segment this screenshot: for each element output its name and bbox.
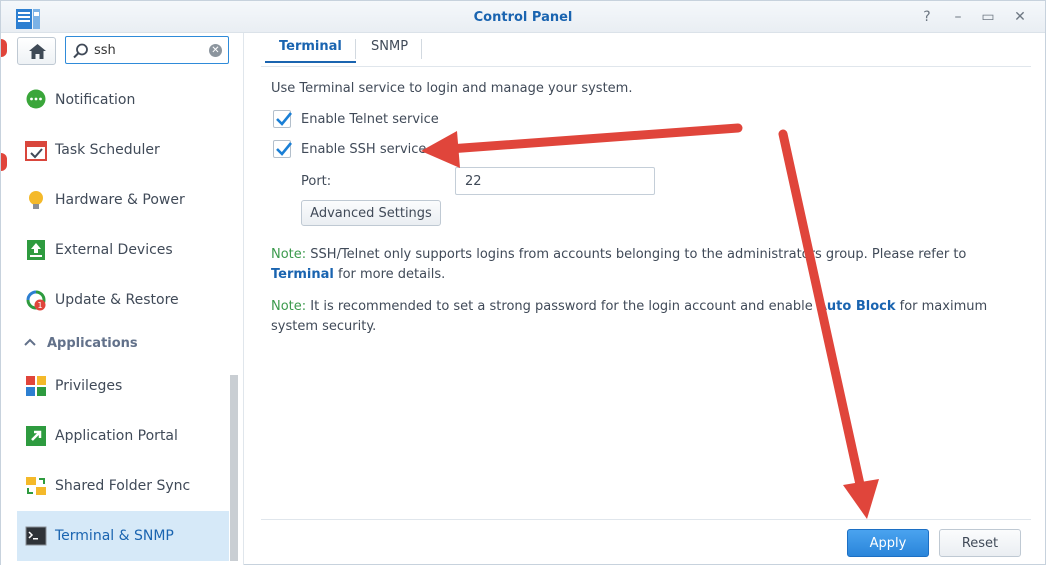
note-label: Note:: [271, 299, 307, 314]
application-portal-icon: [26, 426, 46, 446]
tab-terminal[interactable]: Terminal: [265, 33, 356, 63]
sidebar-item-privileges[interactable]: Privileges: [17, 361, 229, 411]
telnet-option[interactable]: Enable Telnet service: [273, 110, 439, 128]
search-icon: [73, 43, 88, 59]
sidebar-item-hardware-power[interactable]: Hardware & Power: [17, 175, 229, 225]
task-scheduler-icon: [25, 141, 47, 161]
search-input[interactable]: [94, 41, 204, 59]
apply-button[interactable]: Apply: [847, 529, 929, 557]
sidebar-item-label: External Devices: [55, 242, 173, 258]
maximize-icon[interactable]: ▭: [979, 8, 997, 26]
tab-divider: [421, 39, 422, 59]
note-text: for more details.: [333, 267, 446, 282]
sidebar-item-terminal-snmp[interactable]: Terminal & SNMP: [17, 511, 229, 561]
telnet-checkbox[interactable]: [273, 110, 293, 128]
sidebar-item-label: Notification: [55, 92, 136, 108]
port-label: Port:: [301, 174, 332, 189]
search-box[interactable]: ✕: [65, 36, 229, 64]
home-icon: [29, 44, 46, 59]
sidebar-item-task-scheduler[interactable]: Task Scheduler: [17, 125, 229, 175]
sidebar-item-application-portal[interactable]: Application Portal: [17, 411, 229, 461]
note-label: Note:: [271, 247, 307, 262]
sidebar-item-label: Terminal & SNMP: [55, 528, 174, 544]
sidebar-list: Notification Task Scheduler Hardware & P…: [17, 75, 229, 561]
sidebar-item-label: Shared Folder Sync: [55, 478, 191, 494]
update-badge: 1: [37, 301, 42, 310]
lightbulb-icon: [29, 191, 43, 209]
note-auto-block: Note: It is recommended to set a strong …: [271, 297, 1011, 337]
terminal-link[interactable]: Terminal: [271, 267, 334, 282]
sidebar-item-label: Application Portal: [55, 428, 178, 444]
footer-bar: Apply Reset: [261, 519, 1031, 565]
window-title: Control Panel: [473, 10, 573, 25]
notification-icon: [26, 89, 46, 109]
terminal-icon: [25, 526, 47, 546]
update-restore-icon: 1: [26, 290, 46, 311]
ssh-checkbox[interactable]: [273, 140, 293, 158]
reset-button[interactable]: Reset: [939, 529, 1021, 557]
port-input[interactable]: [455, 167, 655, 195]
note-ssh-admins: Note: SSH/Telnet only supports logins fr…: [271, 245, 1011, 285]
help-icon[interactable]: ?: [918, 8, 936, 26]
clear-search-icon[interactable]: ✕: [209, 44, 222, 57]
telnet-label: Enable Telnet service: [301, 111, 439, 127]
sidebar-item-label: Privileges: [55, 378, 123, 394]
advanced-settings-button[interactable]: Advanced Settings: [301, 200, 441, 226]
tab-divider: [355, 39, 356, 59]
sidebar-item-label: Hardware & Power: [55, 192, 185, 208]
sidebar-item-notification[interactable]: Notification: [17, 75, 229, 125]
section-applications[interactable]: Applications: [17, 325, 229, 361]
tab-bar: Terminal SNMP: [261, 33, 1031, 67]
section-label: Applications: [47, 335, 138, 351]
sidebar-scrollbar[interactable]: [230, 375, 238, 561]
home-button[interactable]: [17, 37, 56, 65]
auto-block-link[interactable]: Auto Block: [817, 299, 896, 314]
terminal-description: Use Terminal service to login and manage…: [271, 81, 633, 96]
main-panel: Terminal SNMP Use Terminal service to lo…: [245, 33, 1045, 565]
note-text: SSH/Telnet only supports logins from acc…: [306, 247, 967, 262]
control-panel-window: Control Panel ? – ▭ ✕ ✕: [0, 0, 1046, 565]
chevron-up-icon: [23, 336, 37, 351]
ssh-option[interactable]: Enable SSH service: [273, 140, 426, 158]
sidebar: ✕ Notification Task Schedule: [1, 33, 244, 565]
sidebar-item-shared-folder-sync[interactable]: Shared Folder Sync: [17, 461, 229, 511]
close-icon[interactable]: ✕: [1011, 8, 1029, 26]
external-devices-icon: [27, 240, 45, 260]
note-text: It is recommended to set a strong passwo…: [306, 299, 817, 314]
sidebar-item-label: Update & Restore: [55, 292, 179, 308]
ssh-label: Enable SSH service: [301, 141, 427, 157]
shared-folder-sync-icon: [26, 477, 46, 495]
privileges-icon: [26, 376, 46, 396]
pin-icon[interactable]: –: [949, 8, 967, 26]
sidebar-item-label: Task Scheduler: [55, 142, 160, 158]
sidebar-item-external-devices[interactable]: External Devices: [17, 225, 229, 275]
sidebar-item-update-restore[interactable]: 1 Update & Restore: [17, 275, 229, 325]
title-bar: Control Panel ? – ▭ ✕: [1, 1, 1045, 33]
tab-snmp[interactable]: SNMP: [357, 33, 422, 63]
